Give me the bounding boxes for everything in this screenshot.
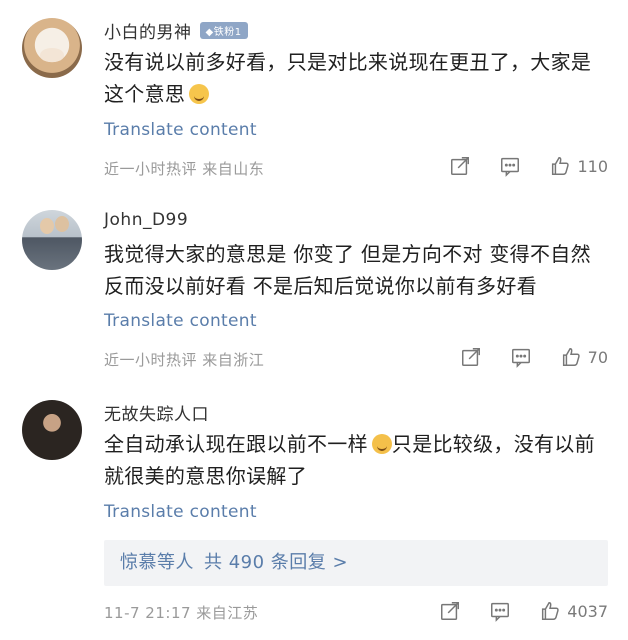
share-icon [451, 157, 470, 175]
comment-actions: 70 [432, 346, 608, 368]
comment-actions: 4037 [411, 600, 608, 622]
comment-text: 全自动承认现在跟以前不一样 只是比较级，没有以前就很美的意思你误解了 [104, 428, 610, 492]
translate-link[interactable]: Translate content [104, 311, 257, 331]
reply-button[interactable] [510, 346, 532, 368]
translate-link[interactable]: Translate content [104, 502, 257, 522]
thumbs-up-icon [552, 157, 570, 175]
comment-meta: 近一小时热评 来自浙江 [104, 351, 265, 369]
comment-icon [501, 157, 520, 177]
share-icon [461, 348, 480, 366]
comment-text: 没有说以前多好看，只是对比来说现在更丑了，大家是这个意思 [104, 46, 610, 110]
like-count: 110 [577, 156, 608, 176]
like-button[interactable]: 110 [549, 155, 608, 177]
avatar[interactable] [22, 210, 82, 270]
avatar[interactable] [22, 400, 82, 460]
comment-text-part-1: 全自动承认现在跟以前不一样 [104, 432, 368, 456]
like-button[interactable]: 4037 [539, 600, 608, 622]
share-button[interactable] [439, 600, 461, 622]
reply-count-link[interactable]: 共 490 条回复 > [204, 552, 348, 573]
author-name[interactable]: 小白的男神 [104, 23, 192, 43]
thumbs-up-icon [562, 348, 580, 366]
laugh-cry-emoji-icon [371, 434, 392, 454]
comment-author[interactable]: 小白的男神 ◆铁粉1 [104, 18, 248, 43]
comment-text-content: 没有说以前多好看，只是对比来说现在更丑了，大家是这个意思 [104, 50, 592, 106]
thumbs-up-icon [542, 602, 559, 620]
comment-author[interactable]: John_D99 [104, 210, 188, 230]
like-count: 70 [587, 347, 608, 367]
doge-emoji-icon [189, 84, 210, 104]
like-button[interactable]: 70 [560, 346, 608, 368]
avatar[interactable] [22, 18, 82, 78]
fan-badge: ◆铁粉1 [199, 22, 248, 39]
translate-link[interactable]: Translate content [104, 120, 257, 140]
comment-text: 我觉得大家的意思是 你变了 但是方向不对 变得不自然反而没以前好看 不是后知后觉… [104, 242, 591, 298]
replies-summary[interactable]: 惊慕等人共 490 条回复 > [104, 540, 608, 586]
share-button[interactable] [449, 155, 471, 177]
share-icon [441, 602, 460, 620]
like-count: 4037 [567, 601, 608, 621]
reply-button[interactable] [489, 600, 511, 622]
comment-meta: 11-7 21:17 来自江苏 [104, 604, 259, 622]
reply-button[interactable] [499, 155, 521, 177]
comment-icon [491, 602, 510, 622]
comment-meta: 近一小时热评 来自山东 [104, 160, 265, 178]
comment-icon [511, 348, 530, 368]
reply-people[interactable]: 惊慕等人 [120, 552, 194, 573]
comment-actions: 110 [421, 155, 608, 177]
share-button[interactable] [460, 346, 482, 368]
comment-author[interactable]: 无故失踪人口 [104, 400, 209, 425]
